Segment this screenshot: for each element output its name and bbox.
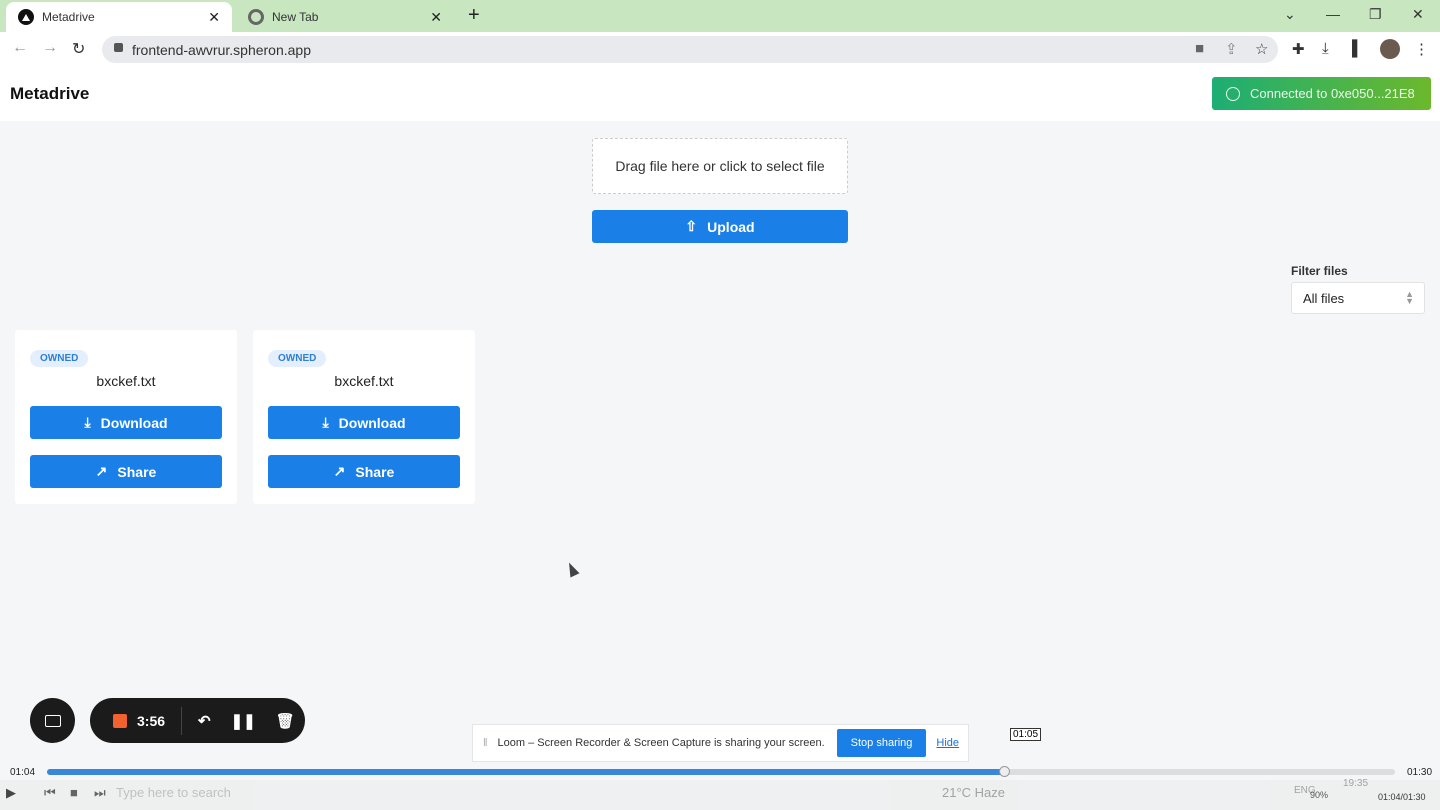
address-bar-row: ← → ↻ frontend-awvrur.spheron.app ■ ⇪ ☆ … — [0, 32, 1440, 66]
lock-icon — [114, 43, 123, 52]
restore-icon[interactable]: ❐ — [1369, 6, 1382, 23]
minimize-icon[interactable]: — — [1326, 6, 1340, 22]
tab-new-tab[interactable]: New Tab ✕ — [236, 2, 454, 32]
weather: 21°C Haze — [942, 785, 1006, 800]
download-label: Download — [338, 414, 406, 431]
stop-recording-icon[interactable] — [113, 713, 127, 728]
new-tab-plus-icon[interactable]: + — [468, 4, 480, 27]
camera-icon[interactable]: ■ — [1195, 40, 1204, 57]
tab-bar: Metadrive ✕ New Tab ✕ + ⌄ — ❐ ✕ — [0, 0, 1440, 32]
drag-handle-icon[interactable]: ‖ — [483, 737, 488, 749]
loom-recording-controls: 3:56 ↶ ❚❚ 🗑 — [90, 698, 305, 743]
url-input[interactable]: frontend-awvrur.spheron.app — [102, 36, 1278, 63]
profile-avatar[interactable] — [1380, 39, 1400, 59]
url-text: frontend-awvrur.spheron.app — [132, 41, 311, 58]
chrome-icon — [248, 9, 264, 25]
tab-title: Metadrive — [42, 10, 95, 24]
tab-metadrive[interactable]: Metadrive ✕ — [6, 2, 232, 32]
file-card: OWNED bxckef.txt ⤓ Download ↗ Share — [253, 330, 475, 504]
taskbar: ▶ ⏮ ■ ⏭ Type here to search 21°C Haze EN… — [0, 778, 1440, 810]
sharing-message: Loom – Screen Recorder & Screen Capture … — [497, 737, 825, 749]
video-camera-icon — [44, 714, 61, 727]
download-label: Download — [100, 414, 168, 431]
download-button[interactable]: ⤓ Download — [30, 406, 222, 439]
pause-icon[interactable]: ❚❚ — [231, 712, 256, 730]
divider — [181, 706, 183, 735]
share-icon: ↗ — [95, 463, 108, 479]
trash-icon[interactable]: 🗑 — [276, 712, 295, 730]
downloads-icon[interactable]: ⤓ — [1322, 40, 1329, 57]
upload-icon: ⇧ — [685, 218, 698, 234]
extensions-icon[interactable]: ✚ — [1292, 40, 1305, 58]
close-window-icon[interactable]: ✕ — [1412, 6, 1424, 23]
file-name: bxckef.txt — [334, 373, 394, 389]
tab-search-chevron-icon[interactable]: ⌄ — [1284, 6, 1296, 23]
owned-badge: OWNED — [30, 350, 89, 367]
updown-chevron-icon: ▲ ▼ — [1405, 289, 1414, 306]
download-button[interactable]: ⤓ Download — [268, 406, 460, 439]
play-icon[interactable]: ▶ — [6, 785, 16, 801]
file-card: OWNED bxckef.txt ⤓ Download ↗ Share — [15, 330, 237, 504]
close-tab-icon[interactable]: ✕ — [208, 9, 220, 26]
download-icon: ⤓ — [84, 414, 91, 430]
seek-handle[interactable] — [999, 766, 1011, 777]
recording-timer: 3:56 — [137, 712, 166, 729]
menu-kebab-icon[interactable]: ⋮ — [1414, 40, 1429, 58]
hide-link[interactable]: Hide — [936, 737, 959, 749]
wallet-connected-button[interactable]: Connected to 0xe050...21E8 — [1212, 77, 1431, 110]
total-time: 01:30 — [1407, 767, 1433, 778]
metadrive-favicon-icon — [18, 9, 34, 25]
file-dropzone[interactable]: Drag file here or click to select file — [592, 138, 848, 194]
app-header: Metadrive Connected to 0xe050...21E8 — [0, 66, 1440, 121]
share-icon: ↗ — [333, 463, 346, 479]
share-page-icon[interactable]: ⇪ — [1225, 40, 1238, 58]
app-brand: Metadrive — [10, 84, 90, 103]
share-button[interactable]: ↗ Share — [268, 455, 460, 488]
owned-badge: OWNED — [268, 350, 327, 367]
stop-icon[interactable]: ■ — [70, 785, 78, 800]
next-icon[interactable]: ⏭ — [94, 785, 106, 801]
loom-camera-button[interactable] — [30, 698, 75, 743]
back-icon[interactable]: ← — [12, 39, 28, 57]
taskbar-search[interactable]: Type here to search — [116, 785, 231, 800]
current-time: 01:04 — [10, 767, 36, 778]
share-label: Share — [355, 463, 395, 480]
mouse-cursor-icon — [564, 560, 580, 578]
download-icon: ⤓ — [322, 414, 329, 430]
volume-level: 90% — [1310, 790, 1329, 800]
bookmark-star-icon[interactable]: ☆ — [1255, 40, 1268, 58]
share-button[interactable]: ↗ Share — [30, 455, 222, 488]
seek-tooltip: 01:05 — [1010, 728, 1042, 741]
side-panel-icon[interactable]: ▌ — [1352, 40, 1363, 57]
upload-label: Upload — [707, 218, 755, 235]
share-label: Share — [117, 463, 157, 480]
seek-progress — [47, 769, 1005, 775]
wallet-label: Connected to 0xe050...21E8 — [1250, 86, 1415, 101]
seek-bar[interactable] — [47, 769, 1395, 775]
upload-button[interactable]: ⇧ Upload — [592, 210, 848, 243]
close-tab-icon[interactable]: ✕ — [430, 9, 442, 26]
user-circle-icon — [1226, 86, 1240, 101]
file-name: bxckef.txt — [96, 373, 156, 389]
tab-title: New Tab — [272, 10, 319, 24]
filter-label: Filter files — [1291, 264, 1348, 278]
filter-select[interactable]: All files ▲ ▼ — [1291, 282, 1425, 314]
stop-sharing-button[interactable]: Stop sharing — [836, 729, 927, 757]
clock: 19:35 — [1343, 778, 1369, 789]
forward-icon[interactable]: → — [42, 39, 58, 57]
time-readout: 01:04/01:30 — [1378, 792, 1426, 802]
filter-value: All files — [1303, 290, 1345, 306]
screen-sharing-banner: ‖ Loom – Screen Recorder & Screen Captur… — [472, 724, 969, 762]
undo-icon[interactable]: ↶ — [198, 712, 211, 730]
reload-icon[interactable]: ↻ — [72, 39, 85, 59]
previous-icon[interactable]: ⏮ — [44, 785, 56, 801]
